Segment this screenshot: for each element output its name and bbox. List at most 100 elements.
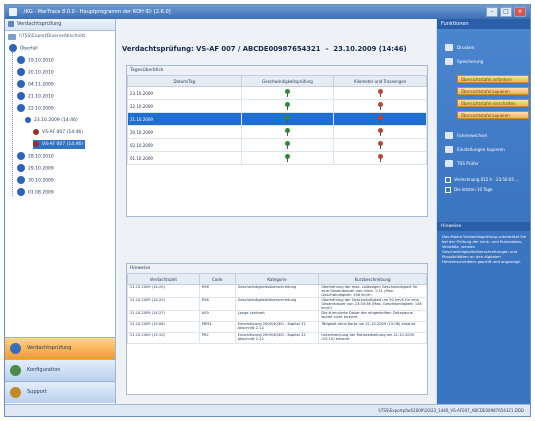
location-pin-icon xyxy=(17,164,25,172)
overview-copy-button[interactable]: Übersichtstafel kopieren xyxy=(457,87,529,95)
tss-checker-button[interactable]: TSS Prüfer xyxy=(445,159,479,168)
tree-node[interactable]: 01.08.2009 xyxy=(17,188,54,197)
status-flag-icon xyxy=(377,89,383,97)
km-status-cell xyxy=(333,112,427,126)
tree-node-label: 19.10.2010 xyxy=(28,58,54,64)
table-row[interactable]: 23.10.2009 xyxy=(127,86,427,100)
row-date: 22.10.2009 xyxy=(127,99,242,113)
table-row[interactable]: 02.10.2009 xyxy=(127,138,427,152)
col-time[interactable]: Verdachtszeit xyxy=(127,273,200,285)
table-row[interactable]: 01.10.2009 xyxy=(127,151,427,165)
tree-node[interactable]: 23.10.2009 (14:46) xyxy=(25,116,78,125)
tree-connector xyxy=(12,52,13,196)
location-pin-icon xyxy=(17,56,25,64)
check-icon xyxy=(10,343,21,354)
check-last-10-days[interactable]: Die letzten 10 Tage xyxy=(445,187,493,193)
col-date[interactable]: Datum/Tag xyxy=(127,75,242,87)
save-button[interactable]: Speicherung xyxy=(445,57,483,66)
right-pane: Funktionen Drucken Speicherung Übersicht… xyxy=(437,19,530,404)
hint-time: 21.10.2009 (14:20) xyxy=(127,297,200,311)
table-row[interactable]: 20.10.2009 xyxy=(127,125,427,139)
overview-copy2-button[interactable]: Übersichtstafel kopieren xyxy=(457,111,529,119)
tree-node[interactable]: 29.10.2009 xyxy=(17,164,54,173)
nav-support[interactable]: Support xyxy=(5,381,115,403)
print-button[interactable]: Drucken xyxy=(445,43,474,52)
tree-node[interactable]: 28.10.2010 xyxy=(17,152,54,161)
nav-verdachtspruefung[interactable]: Verdachtsprüfung xyxy=(5,337,115,359)
drive-icon xyxy=(8,34,16,40)
hints-table: Verdachtszeit Code Kategorie Kurzbeschre… xyxy=(127,273,427,344)
location-pin-icon xyxy=(17,176,25,184)
status-flag-icon xyxy=(284,89,290,97)
tree-node[interactable]: 20.10.2010 xyxy=(17,68,54,77)
hint-desc: Überhöhung der max. zulässigen Geschwind… xyxy=(318,284,427,298)
hint-time: 21.10.2009 (14:20) xyxy=(127,284,200,298)
col-category[interactable]: Kategorie xyxy=(234,273,320,285)
tree-node-label: 04.11.2009 xyxy=(28,82,54,88)
col-description[interactable]: Kurzbeschreibung xyxy=(318,273,427,285)
table-row[interactable]: 22.10.2009 xyxy=(127,99,427,113)
tree-node[interactable]: 22.10.2009 xyxy=(17,104,54,113)
hint-cat: Geschwindigkeitsüberschreitung xyxy=(234,284,320,298)
row-date: 01.10.2009 xyxy=(127,151,242,165)
location-pin-icon xyxy=(9,44,17,52)
status-bar: \\TSS\Exportpfad\2009\10\23_1446_VS-AF00… xyxy=(5,404,530,416)
main-panel: Verdachtsprüfung: VS-AF 007 / ABCDE00987… xyxy=(116,19,436,404)
tree-node[interactable]: 21.10.2010 xyxy=(17,92,54,101)
tree-node[interactable]: 19.10.2010 xyxy=(17,56,54,65)
col-km-check[interactable]: Kilometer und Trassengen xyxy=(333,75,427,87)
hint-row[interactable]: 21.10.2009 (14:27) AS9 Lange Lenkzeit Die k… xyxy=(127,310,427,322)
overview-request-button[interactable]: Übersichtstafel anfordern xyxy=(457,75,529,83)
hint-time: 21.10.2009 (15:10) xyxy=(127,332,200,344)
km-status-cell xyxy=(333,86,427,100)
hint-time: 21.10.2009 (14:27) xyxy=(127,310,200,322)
hint-row[interactable]: 21.10.2009 (14:20) R56 Geschwindigkeitsübe… xyxy=(127,284,427,298)
minimize-button[interactable]: – xyxy=(486,7,498,17)
path-item[interactable]: \\TSS\ExportDiverseAbschnitt xyxy=(5,31,115,42)
speed-status-cell xyxy=(240,112,335,126)
app-window: ..IKG - MarTrace 8.0.0 - Hauptprogramm d… xyxy=(4,4,531,417)
speed-status-cell xyxy=(240,138,335,152)
hints-label: Hinweise xyxy=(127,264,427,273)
nav-konfiguration[interactable]: Konfiguration xyxy=(5,359,115,381)
hint-row[interactable]: 21.10.2009 (15:08) PRM1 Einschätzung 2009/… xyxy=(127,321,427,333)
row-date: 23.10.2009 xyxy=(127,86,242,100)
checker-icon xyxy=(445,160,453,167)
speed-status-cell xyxy=(240,99,335,113)
status-flag-icon xyxy=(377,141,383,149)
window-title: ..IKG - MarTrace 8.0.0 - Hauptprogramm d… xyxy=(21,9,171,15)
support-icon xyxy=(10,387,21,398)
tree-node-label: 22.10.2009 xyxy=(28,106,54,112)
tree-node[interactable]: 04.11.2009 xyxy=(17,80,54,89)
tree-node[interactable]: VS-AF 007 (14:46) xyxy=(33,140,86,149)
overview-enable-button[interactable]: Übersichtstafel einschalten xyxy=(457,99,529,107)
col-code[interactable]: Code xyxy=(198,273,236,285)
location-pin-icon xyxy=(25,116,31,123)
tree-node[interactable]: 30.10.2009 xyxy=(17,176,54,185)
hint-row[interactable]: 21.10.2009 (15:10) PR2 Einschätzung 2009/4… xyxy=(127,332,427,344)
checkbox[interactable] xyxy=(445,187,451,193)
close-button[interactable]: × xyxy=(514,7,526,17)
maximize-button[interactable]: □ xyxy=(500,7,512,17)
settings-copy-button[interactable]: Einstellungen kopieren xyxy=(445,145,505,154)
hint-row[interactable]: 21.10.2009 (14:20) R56 Geschwindigkeitsübe… xyxy=(127,297,427,311)
driver-change-button[interactable]: Fahrerwechsel xyxy=(445,131,487,140)
status-flag-icon xyxy=(284,154,290,162)
km-status-cell xyxy=(333,138,427,152)
left-pane: Verdachtsprüfung \\TSS\ExportDiverseAbsc… xyxy=(5,19,116,404)
checkbox[interactable] xyxy=(445,177,451,183)
status-flag-icon xyxy=(377,102,383,110)
tree-node[interactable]: VS-AF 007 (14:46) xyxy=(33,128,83,137)
col-speed-check[interactable]: Geschwindigkeitsprüfung xyxy=(240,75,335,87)
location-pin-icon xyxy=(17,68,25,76)
table-row[interactable]: 21.10.2009 xyxy=(127,112,427,126)
tree-node[interactable]: Überfall xyxy=(9,44,38,53)
km-status-cell xyxy=(333,151,427,165)
location-pin-icon xyxy=(17,92,25,100)
status-flag-icon xyxy=(377,154,383,162)
printer-icon xyxy=(445,44,453,51)
status-flag-icon xyxy=(377,115,383,123)
hint-cat: Lange Lenkzeit xyxy=(234,310,320,322)
hint-desc: Tätigkeit ohne Karte um 21.10.2009 (15:0… xyxy=(318,321,427,333)
check-verrechnung[interactable]: Verrechnung 022 h - 23:50:05 ... xyxy=(445,177,519,183)
